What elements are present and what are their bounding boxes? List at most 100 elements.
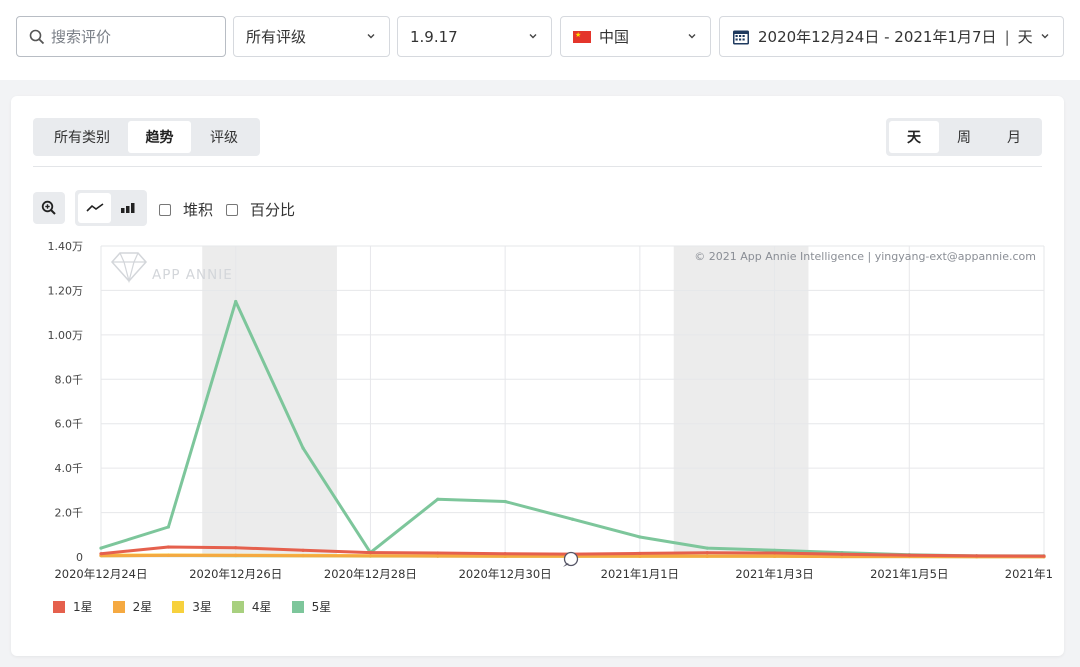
data-point[interactable] (368, 554, 373, 558)
percent-label: 百分比 (250, 201, 296, 219)
bar-chart-icon (120, 203, 134, 213)
percent-checkbox-box[interactable] (226, 203, 238, 216)
tab-trend[interactable]: 趋势 (128, 121, 191, 153)
data-point[interactable] (772, 551, 777, 555)
date-granularity: 天 (1017, 28, 1033, 46)
data-point[interactable] (705, 546, 709, 550)
legend-label: 3星 (192, 600, 212, 614)
date-separator: | (1004, 27, 1010, 46)
version-value: 1.9.17 (410, 27, 458, 46)
data-point[interactable] (705, 554, 709, 558)
chevron-down-icon (529, 34, 537, 39)
data-point[interactable] (907, 553, 911, 557)
percent-checkbox[interactable]: 百分比 (226, 199, 295, 220)
data-point[interactable] (99, 546, 103, 550)
category-tabs: 所有类别 趋势 评级 (33, 118, 260, 156)
data-point[interactable] (166, 525, 170, 529)
data-point[interactable] (301, 548, 305, 552)
version-dropdown[interactable]: 1.9.17 (397, 16, 552, 57)
rating-value: 所有评级 (246, 28, 307, 46)
x-tick-label: 2021年1月5日 (870, 567, 948, 581)
legend-label: 1星 (73, 600, 93, 614)
watermark-text: APP ANNIE (152, 267, 233, 283)
data-point[interactable] (975, 554, 979, 558)
data-point[interactable] (570, 517, 575, 521)
filter-bar: 搜索评价 所有评级 1.9.17 ★ 中国 2020年12月24日 - 2021… (0, 0, 1080, 80)
diamond-logo-icon (110, 252, 148, 284)
legend-item[interactable]: 2星 (112, 598, 153, 615)
y-tick-label: 0 (76, 551, 83, 564)
data-point[interactable] (166, 553, 170, 558)
data-point[interactable] (301, 446, 305, 450)
header-divider (33, 166, 1042, 167)
line-chart-icon (85, 203, 103, 212)
data-point[interactable] (99, 552, 103, 556)
data-point[interactable] (436, 497, 440, 501)
bar-chart-button[interactable] (111, 193, 144, 223)
stacked-checkbox-box[interactable] (159, 203, 171, 216)
tab-day[interactable]: 天 (889, 121, 939, 153)
reviews-chart-card: 所有类别 趋势 评级 天 周 月 堆积 百分比 APP ANNIE © 2021… (11, 96, 1064, 656)
y-tick-label: 1.00万 (48, 329, 84, 342)
data-point[interactable] (436, 551, 440, 555)
y-tick-label: 1.40万 (48, 240, 84, 253)
y-tick-label: 1.20万 (48, 284, 84, 297)
legend-item[interactable]: 4星 (231, 598, 272, 615)
y-axis-ticks: 0 2.0千 4.0千 6.0千 8.0千 1.00万 1.20万 1.40万 (48, 240, 84, 564)
rating-dropdown[interactable]: 所有评级 (233, 16, 390, 57)
stacked-checkbox[interactable]: 堆积 (159, 199, 213, 220)
data-point[interactable] (503, 499, 507, 504)
chevron-down-icon (688, 34, 696, 39)
legend-swatch (112, 600, 125, 613)
legend-item[interactable]: 1星 (53, 598, 93, 615)
china-flag-icon: ★ (573, 30, 591, 43)
x-tick-label: 2021年1月7日 (1005, 567, 1052, 581)
data-point[interactable] (638, 554, 642, 558)
chart-legend: 1星 2星 3星 4星 5星 (53, 598, 351, 615)
country-dropdown[interactable]: ★ 中国 (560, 16, 711, 57)
data-point[interactable] (638, 551, 642, 556)
data-point[interactable] (301, 554, 305, 558)
y-tick-label: 2.0千 (55, 507, 84, 520)
tab-month[interactable]: 月 (989, 121, 1039, 153)
x-tick-label: 2021年1月1日 (601, 567, 679, 581)
chevron-down-icon (367, 34, 375, 39)
tab-rating[interactable]: 评级 (191, 121, 257, 153)
calendar-icon (733, 30, 749, 44)
zoom-in-icon (41, 200, 56, 215)
legend-label: 2星 (132, 600, 153, 614)
period-tabs: 天 周 月 (886, 118, 1042, 156)
legend-swatch (291, 600, 304, 613)
legend-label: 5星 (311, 600, 332, 614)
x-tick-label: 2021年1月3日 (735, 567, 813, 581)
data-point[interactable] (503, 552, 507, 556)
data-point[interactable] (234, 546, 238, 550)
legend-item[interactable]: 5星 (291, 598, 332, 615)
data-point[interactable] (234, 553, 238, 558)
legend-item[interactable]: 3星 (172, 598, 212, 615)
search-placeholder: 搜索评价 (51, 28, 112, 46)
data-point[interactable] (234, 299, 238, 304)
tab-week[interactable]: 周 (939, 121, 989, 153)
line-chart-button[interactable] (78, 193, 111, 223)
data-point[interactable] (368, 550, 373, 555)
reviews-trend-chart: APP ANNIE © 2021 App Annie Intelligence … (48, 240, 1053, 581)
data-point[interactable] (840, 552, 844, 556)
data-point[interactable] (638, 535, 642, 539)
x-tick-label: 2020年12月30日 (459, 567, 552, 581)
legend-label: 4星 (251, 600, 272, 614)
search-icon (29, 29, 45, 44)
data-point[interactable] (705, 551, 709, 555)
zoom-button[interactable] (33, 192, 65, 224)
data-point[interactable] (166, 545, 170, 549)
data-point[interactable] (436, 554, 440, 558)
data-point[interactable] (772, 554, 777, 558)
weekend-band (202, 246, 337, 557)
date-range-picker[interactable]: 2020年12月24日 - 2021年1月7日 | 天 (719, 16, 1064, 57)
search-input[interactable]: 搜索评价 (16, 16, 226, 57)
country-value: 中国 (599, 28, 630, 46)
chart-type-toggle (75, 190, 147, 226)
legend-swatch (53, 600, 65, 613)
tab-all-categories[interactable]: 所有类别 (36, 121, 128, 153)
data-point[interactable] (1042, 554, 1046, 558)
